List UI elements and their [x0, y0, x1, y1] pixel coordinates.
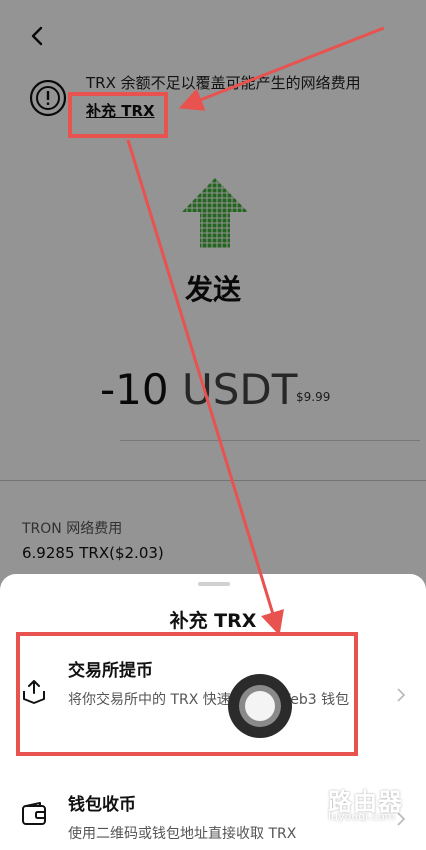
watermark: 路由器 luyouqi.com: [286, 782, 422, 826]
annotation-arrows: [126, 26, 385, 636]
arrow-to-option: [126, 139, 284, 636]
assistive-touch-core: [245, 691, 275, 721]
assistive-touch-button[interactable]: [228, 674, 292, 738]
arrow-to-topup: [178, 26, 385, 111]
watermark-url: luyouqi.com: [328, 810, 396, 823]
router-logo-icon: [286, 784, 322, 820]
